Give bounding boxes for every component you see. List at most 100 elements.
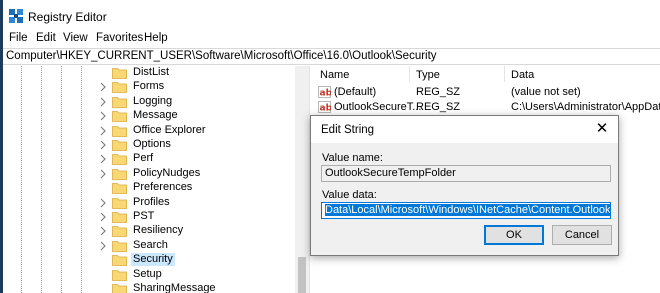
tree-item[interactable]: Preferences [98, 181, 303, 195]
registry-editor-icon [9, 9, 23, 23]
tree-scrollbar-thumb[interactable] [298, 257, 306, 293]
value-data-text[interactable]: Data\Local\Microsoft\Windows\INetCache\C… [325, 204, 610, 216]
tree-item[interactable]: Perf [98, 152, 303, 166]
chevron-right-icon[interactable] [98, 126, 108, 136]
tree-item-label: Resiliency [133, 224, 184, 237]
tree-item[interactable]: Profiles [98, 196, 303, 210]
tree-item[interactable]: Office Explorer [98, 124, 303, 138]
tree-item[interactable]: Forms [98, 80, 303, 94]
tree-item[interactable]: PST [98, 210, 303, 224]
folder-icon [112, 269, 127, 281]
tree-item-label: DistList [133, 66, 170, 78]
tree-item[interactable]: SharingMessage [98, 282, 303, 293]
tree-item[interactable]: Search [98, 239, 303, 253]
tree-item[interactable]: Security [98, 253, 303, 267]
address-path[interactable]: Computer\HKEY_CURRENT_USER\Software\Micr… [6, 50, 437, 62]
tree-item-label: Security [131, 253, 175, 267]
value-row[interactable]: ab OutlookSecureT... REG_SZ C:\Users\Adm… [312, 100, 660, 115]
dialog-title-bar[interactable]: Edit String ✕ [311, 116, 618, 143]
column-header-name[interactable]: Name [320, 69, 349, 81]
chevron-right-icon[interactable] [98, 82, 108, 92]
value-type: REG_SZ [416, 101, 461, 113]
value-name: (Default) [334, 86, 377, 98]
tree-item[interactable]: Setup [98, 268, 303, 282]
tree-item[interactable]: DistList [98, 66, 303, 80]
title-bar[interactable]: Registry Editor [3, 0, 660, 30]
folder-icon [112, 284, 127, 293]
tree-guide-line [41, 66, 42, 293]
folder-icon [112, 96, 127, 108]
svg-text:ab: ab [320, 89, 332, 99]
close-icon[interactable]: ✕ [592, 120, 612, 138]
registry-editor-window: Registry Editor File Edit View Favorites… [3, 0, 660, 293]
value-type: REG_SZ [416, 86, 461, 98]
tree-item-label: SharingMessage [133, 282, 216, 293]
edit-string-dialog: Edit String ✕ Value name: OutlookSecureT… [310, 115, 619, 256]
svg-text:ab: ab [320, 104, 332, 114]
folder-icon [112, 154, 127, 166]
folder-icon [112, 82, 127, 94]
folder-icon [112, 212, 127, 223]
chevron-right-icon[interactable] [98, 97, 108, 107]
tree-item-label: Forms [133, 80, 165, 93]
value-data: (value not set) [511, 86, 581, 98]
tree-item[interactable]: PolicyNudges [98, 167, 303, 181]
folder-icon [112, 183, 127, 195]
folder-icon [112, 125, 127, 137]
value-data-field[interactable]: Data\Local\Microsoft\Windows\INetCache\C… [321, 202, 611, 219]
menu-favorites[interactable]: Favorites [96, 32, 143, 44]
value-name-text: OutlookSecureTempFolder [325, 167, 456, 179]
tree-guide-line [61, 66, 62, 293]
value-row[interactable]: ab (Default) REG_SZ (value not set) [312, 85, 660, 100]
address-bar[interactable]: Computer\HKEY_CURRENT_USER\Software\Micr… [3, 48, 660, 65]
tree-item-label: Message [133, 109, 178, 122]
folder-icon [112, 68, 127, 79]
tree-item-label: Logging [133, 94, 173, 107]
chevron-right-icon[interactable] [98, 241, 108, 251]
tree-item-label: Setup [133, 267, 162, 280]
column-separator[interactable] [504, 66, 505, 82]
tree-item[interactable]: Resiliency [98, 224, 303, 238]
dialog-title: Edit String [321, 124, 375, 136]
column-header-type[interactable]: Type [416, 69, 440, 81]
chevron-right-icon[interactable] [98, 226, 108, 236]
tree-item-label: Profiles [133, 195, 170, 208]
chevron-right-icon[interactable] [98, 154, 108, 164]
tree-item[interactable]: Options [98, 138, 303, 152]
column-separator[interactable] [409, 66, 410, 82]
ok-button[interactable]: OK [484, 225, 544, 245]
value-name-label: Value name: [322, 152, 383, 164]
menu-bar: File Edit View Favorites Help [3, 30, 660, 48]
tree-item-label: Perf [133, 152, 154, 165]
key-tree[interactable]: DistList Forms Logging Message Office Explor… [3, 66, 310, 293]
folder-icon [112, 240, 127, 252]
cancel-button[interactable]: Cancel [552, 225, 612, 245]
tree-item-label: Office Explorer [133, 123, 206, 136]
tree-guide-line [21, 66, 22, 293]
chevron-right-icon[interactable] [98, 169, 108, 179]
value-data-label: Value data: [322, 189, 377, 201]
column-header-data[interactable]: Data [511, 69, 534, 81]
tree-scrollbar[interactable] [295, 66, 309, 293]
window-title: Registry Editor [28, 10, 107, 24]
tree-item-label: PST [133, 210, 155, 222]
chevron-right-icon[interactable] [98, 111, 108, 121]
menu-view[interactable]: View [63, 32, 88, 44]
tree-item-label: Preferences [133, 181, 193, 194]
tree-item[interactable]: Logging [98, 95, 303, 109]
menu-help[interactable]: Help [144, 32, 168, 44]
value-name-field: OutlookSecureTempFolder [321, 165, 611, 182]
folder-icon [112, 168, 127, 180]
folder-icon [112, 140, 127, 151]
chevron-right-icon[interactable] [98, 198, 108, 208]
chevron-right-icon[interactable] [98, 212, 108, 222]
menu-file[interactable]: File [9, 32, 28, 44]
tree-item[interactable]: Message [98, 109, 303, 123]
tree-item-label: PolicyNudges [133, 166, 201, 179]
chevron-right-icon[interactable] [98, 140, 108, 150]
menu-edit[interactable]: Edit [36, 32, 56, 44]
tree-item-label: Search [133, 238, 168, 251]
tree-item-label: Options [133, 138, 171, 150]
string-value-icon: ab [318, 101, 331, 113]
folder-icon [112, 255, 127, 267]
